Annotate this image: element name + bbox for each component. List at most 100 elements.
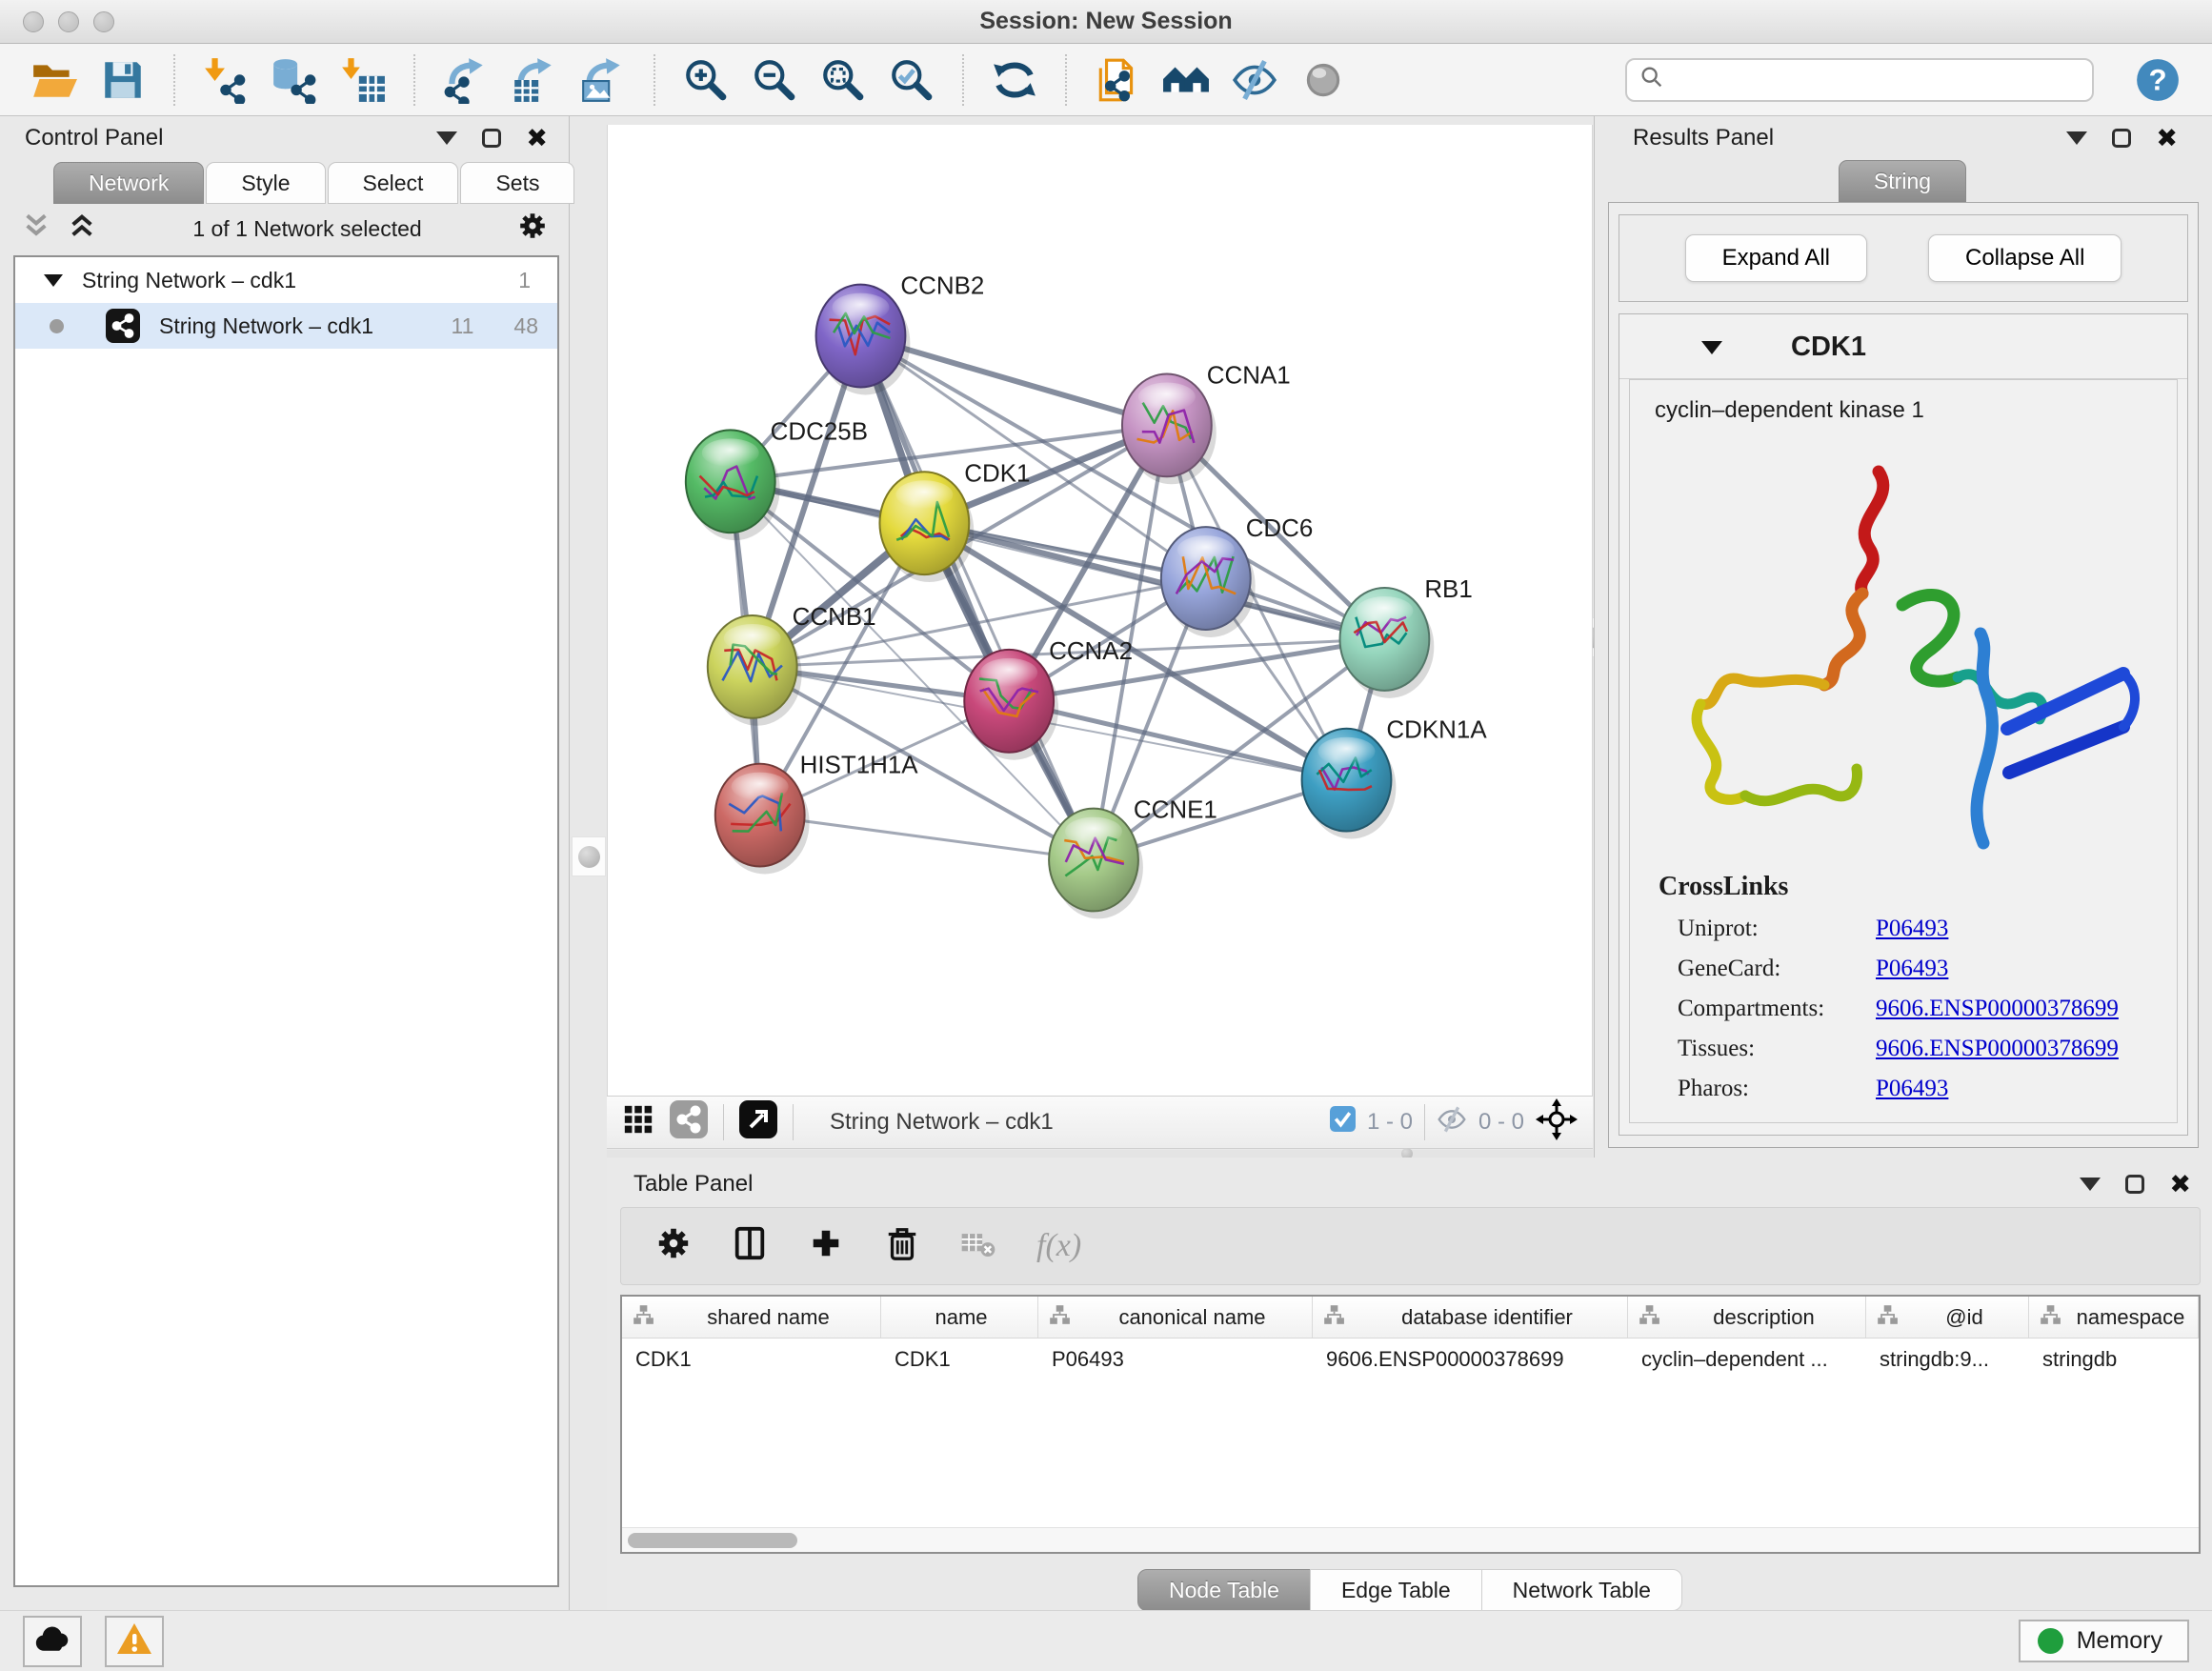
warnings-button[interactable] bbox=[105, 1616, 164, 1667]
close-window-icon[interactable] bbox=[23, 11, 44, 32]
export-image-icon[interactable] bbox=[573, 50, 633, 110]
crosslink-link[interactable]: 9606.ENSP00000378699 bbox=[1876, 996, 2119, 1022]
birds-eye-view-icon[interactable] bbox=[739, 1100, 777, 1145]
cloud-status-button[interactable] bbox=[23, 1616, 82, 1667]
maximize-window-icon[interactable] bbox=[93, 11, 114, 32]
hide-unhide-eye-icon[interactable] bbox=[1225, 50, 1284, 110]
tab-style[interactable]: Style bbox=[206, 162, 325, 204]
close-panel-icon[interactable]: ✖ bbox=[2169, 1172, 2191, 1198]
delete-column-icon[interactable] bbox=[884, 1225, 920, 1267]
network-collection-row[interactable]: String Network – cdk1 1 bbox=[15, 257, 557, 303]
network-node-hist1h1a[interactable]: HIST1H1A bbox=[715, 753, 918, 875]
add-column-icon[interactable] bbox=[808, 1225, 844, 1267]
table-row[interactable]: CDK1CDK1P064939606.ENSP00000378699cyclin… bbox=[622, 1339, 2199, 1380]
table-options-gear-icon[interactable] bbox=[655, 1225, 692, 1267]
network-node-ccne1[interactable]: CCNE1 bbox=[1049, 797, 1217, 919]
memory-label: Memory bbox=[2077, 1627, 2162, 1655]
horizontal-splitter[interactable] bbox=[607, 1150, 1593, 1158]
string-home-icon[interactable] bbox=[1156, 50, 1216, 110]
panel-menu-icon[interactable] bbox=[436, 131, 457, 145]
gene-expander-icon[interactable] bbox=[1701, 341, 1722, 354]
column-header-databaseidentifier[interactable]: database identifier bbox=[1313, 1297, 1628, 1338]
open-session-icon[interactable] bbox=[25, 50, 84, 110]
scrollbar-thumb[interactable] bbox=[628, 1533, 797, 1548]
svg-text:CDC6: CDC6 bbox=[1246, 515, 1314, 542]
crosslink-link[interactable]: P06493 bbox=[1876, 916, 1948, 942]
crosslink-link[interactable]: P06493 bbox=[1876, 956, 1948, 982]
network-row[interactable]: String Network – cdk1 11 48 bbox=[15, 303, 557, 349]
network-node-cdc25b[interactable]: CDC25B bbox=[686, 418, 868, 540]
import-table-file-icon[interactable] bbox=[333, 50, 392, 110]
zoom-selected-icon[interactable] bbox=[882, 50, 941, 110]
tab-string[interactable]: String bbox=[1839, 160, 1966, 202]
column-header-canonicalname[interactable]: canonical name bbox=[1038, 1297, 1313, 1338]
gene-details-section: CDK1 cyclin–dependent kinase 1 bbox=[1619, 313, 2188, 1136]
network-node-cdc6[interactable]: CDC6 bbox=[1161, 515, 1313, 637]
expand-all-networks-icon[interactable] bbox=[67, 211, 97, 247]
collection-expander-icon[interactable] bbox=[44, 274, 63, 287]
left-splitter-handle[interactable] bbox=[572, 836, 606, 876]
hierarchy-icon bbox=[1322, 1303, 1345, 1332]
close-panel-icon[interactable]: ✖ bbox=[2156, 126, 2178, 151]
memory-button[interactable]: Memory bbox=[2019, 1620, 2189, 1662]
column-header-description[interactable]: description bbox=[1628, 1297, 1866, 1338]
apply-layout-icon[interactable] bbox=[985, 50, 1044, 110]
float-panel-icon[interactable] bbox=[2112, 129, 2131, 148]
hierarchy-icon bbox=[1638, 1303, 1660, 1332]
float-panel-icon[interactable] bbox=[482, 129, 501, 148]
network-view-canvas[interactable]: CCNB2CCNA1CDC25BCDK1CDC6RB1CCNB1CCNA2CDK… bbox=[607, 125, 1593, 1096]
tab-network[interactable]: Network bbox=[53, 162, 204, 204]
tab-edge-table[interactable]: Edge Table bbox=[1310, 1569, 1482, 1611]
tab-network-table[interactable]: Network Table bbox=[1481, 1569, 1682, 1611]
column-header-namespace[interactable]: namespace bbox=[2029, 1297, 2199, 1338]
network-node-rb1[interactable]: RB1 bbox=[1340, 576, 1473, 698]
import-network-database-icon[interactable] bbox=[265, 50, 324, 110]
network-node-ccnb2[interactable]: CCNB2 bbox=[816, 273, 985, 395]
column-header-id[interactable]: @id bbox=[1866, 1297, 2029, 1338]
float-panel-icon[interactable] bbox=[2125, 1175, 2144, 1194]
fit-selected-crosshair-icon[interactable] bbox=[1536, 1098, 1578, 1147]
help-icon[interactable]: ? bbox=[2128, 50, 2187, 110]
tab-select[interactable]: Select bbox=[328, 162, 459, 204]
column-header-name[interactable]: name bbox=[881, 1297, 1038, 1338]
import-network-file-icon[interactable] bbox=[196, 50, 255, 110]
grid-view-icon[interactable] bbox=[622, 1103, 654, 1142]
crosslink-link[interactable]: P06493 bbox=[1876, 1076, 1948, 1102]
column-header-sharedname[interactable]: shared name bbox=[622, 1297, 881, 1338]
network-node-ccna2[interactable]: CCNA2 bbox=[964, 638, 1133, 760]
expand-all-button[interactable]: Expand All bbox=[1685, 234, 1867, 282]
close-panel-icon[interactable]: ✖ bbox=[526, 126, 548, 151]
collapse-all-button[interactable]: Collapse All bbox=[1928, 234, 2122, 282]
network-node-count: 11 bbox=[452, 313, 474, 339]
gene-description: cyclin–dependent kinase 1 bbox=[1630, 380, 2177, 433]
hidden-items-eye-icon[interactable] bbox=[1437, 1104, 1467, 1141]
show-columns-icon[interactable] bbox=[732, 1225, 768, 1267]
export-table-icon[interactable] bbox=[505, 50, 564, 110]
crosslink-link[interactable]: 9606.ENSP00000378699 bbox=[1876, 1036, 2119, 1062]
network-node-ccnb1[interactable]: CCNB1 bbox=[708, 604, 876, 726]
render-sphere-icon[interactable] bbox=[1294, 50, 1353, 110]
hierarchy-icon bbox=[1876, 1303, 1899, 1332]
selected-items-checkbox-icon[interactable] bbox=[1330, 1106, 1356, 1138]
minimize-window-icon[interactable] bbox=[58, 11, 79, 32]
network-graph[interactable]: CCNB2CCNA1CDC25BCDK1CDC6RB1CCNB1CCNA2CDK… bbox=[608, 125, 1592, 1096]
crosslink-row: Uniprot:P06493 bbox=[1678, 916, 2148, 942]
network-options-gear-icon[interactable] bbox=[517, 211, 548, 247]
zoom-fit-icon[interactable] bbox=[814, 50, 873, 110]
network-node-cdk1[interactable]: CDK1 bbox=[879, 460, 1030, 582]
panel-menu-icon[interactable] bbox=[2066, 131, 2087, 145]
zoom-in-icon[interactable] bbox=[676, 50, 735, 110]
tab-node-table[interactable]: Node Table bbox=[1137, 1569, 1311, 1611]
export-network-icon[interactable] bbox=[436, 50, 495, 110]
zoom-out-icon[interactable] bbox=[745, 50, 804, 110]
tab-sets[interactable]: Sets bbox=[460, 162, 574, 204]
table-horizontal-scrollbar[interactable] bbox=[622, 1527, 2199, 1552]
collapse-all-networks-icon[interactable] bbox=[21, 211, 51, 247]
network-overview-icon[interactable] bbox=[670, 1100, 708, 1145]
network-node-cdkn1a[interactable]: CDKN1A bbox=[1302, 717, 1488, 839]
table-cell: CDK1 bbox=[881, 1347, 1038, 1372]
search-input[interactable] bbox=[1673, 67, 2081, 92]
clone-network-icon[interactable] bbox=[1088, 50, 1147, 110]
panel-menu-icon[interactable] bbox=[2080, 1178, 2101, 1191]
save-session-icon[interactable] bbox=[93, 50, 152, 110]
